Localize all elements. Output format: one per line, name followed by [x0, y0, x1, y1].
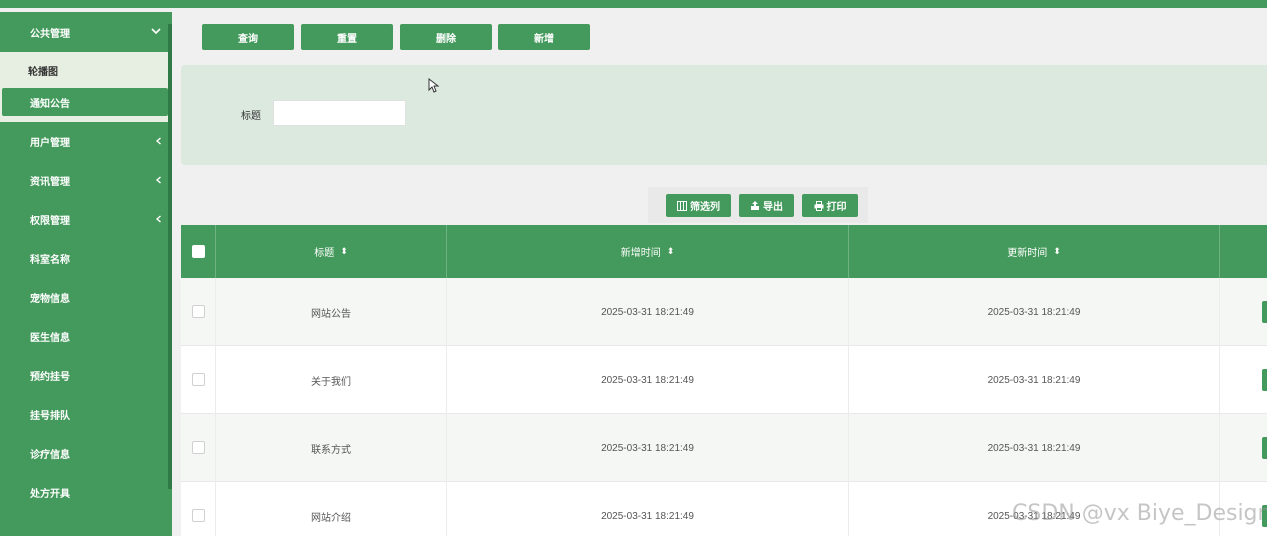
- column-updated[interactable]: 更新时间 ⬍: [849, 225, 1220, 278]
- add-button[interactable]: 新增: [498, 24, 590, 50]
- cell-updated: 2025-03-31 18:21:49: [849, 278, 1220, 346]
- column-title[interactable]: 标题 ⬍: [216, 225, 447, 278]
- sidebar-item-label: 用户管理: [30, 138, 70, 149]
- sidebar-submenu: 轮播图 通知公告: [0, 52, 172, 122]
- sidebar-item-carousel[interactable]: 轮播图: [0, 56, 172, 84]
- sort-icon[interactable]: ⬍: [340, 246, 348, 257]
- column-title-label: 标题: [314, 248, 335, 259]
- column-created[interactable]: 新增时间 ⬍: [447, 225, 849, 278]
- cell-title: 联系方式: [216, 414, 447, 482]
- row-action-button[interactable]: [1262, 369, 1267, 391]
- table-row: 关于我们 2025-03-31 18:21:49 2025-03-31 18:21:…: [181, 346, 1267, 414]
- sidebar-item-label: 科室名称: [30, 255, 70, 266]
- cell-title: 网站公告: [216, 278, 447, 346]
- row-checkbox[interactable]: [192, 509, 205, 522]
- cell-created: 2025-03-31 18:21:49: [447, 346, 849, 414]
- export-icon: [751, 200, 759, 210]
- sidebar-item[interactable]: 诊疗信息: [0, 434, 172, 473]
- columns-icon: [677, 200, 687, 211]
- sidebar-item-label: 预约挂号: [30, 372, 70, 383]
- sidebar-item-label: 权限管理: [30, 216, 70, 227]
- sidebar-item[interactable]: 挂号排队: [0, 395, 172, 434]
- filter-columns-button[interactable]: 筛选列: [666, 194, 731, 217]
- row-action-button[interactable]: [1262, 437, 1267, 459]
- row-checkbox[interactable]: [192, 305, 205, 318]
- filter-columns-label: 筛选列: [690, 202, 720, 213]
- mouse-cursor-icon: [428, 78, 440, 93]
- print-label: 打印: [826, 202, 847, 213]
- table-row: 联系方式 2025-03-31 18:21:49 2025-03-31 18:21:…: [181, 414, 1267, 482]
- print-icon: [814, 200, 823, 211]
- title-search-label: 标题: [241, 111, 261, 122]
- cell-created: 2025-03-31 18:21:49: [447, 278, 849, 346]
- search-panel: 标题: [181, 65, 1267, 165]
- export-button[interactable]: 导出: [739, 194, 794, 217]
- sidebar-item[interactable]: 预约挂号: [0, 356, 172, 395]
- row-select-cell: [181, 346, 216, 414]
- reset-button[interactable]: 重置: [301, 24, 393, 50]
- sidebar: 公共管理 轮播图 通知公告 用户管理资讯管理权限管理科室名称宠物信息医生信息预约…: [0, 12, 172, 536]
- cell-title: 关于我们: [216, 346, 447, 414]
- sort-icon[interactable]: ⬍: [667, 246, 675, 257]
- column-created-label: 新增时间: [620, 248, 661, 259]
- column-updated-label: 更新时间: [1007, 248, 1048, 259]
- sidebar-item-label: 资讯管理: [30, 177, 70, 188]
- row-select-cell: [181, 482, 216, 536]
- chevron-left-icon: [155, 176, 161, 184]
- cell-title: 网站介绍: [216, 482, 447, 536]
- sidebar-item-label: 挂号排队: [30, 411, 70, 422]
- cell-created: 2025-03-31 18:21:49: [447, 482, 849, 536]
- cell-updated: 2025-03-31 18:21:49: [849, 346, 1220, 414]
- sidebar-group-public[interactable]: 公共管理: [0, 12, 172, 52]
- row-checkbox[interactable]: [192, 373, 205, 386]
- table-header: 标题 ⬍ 新增时间 ⬍ 更新时间 ⬍: [181, 225, 1267, 278]
- sidebar-item-notice[interactable]: 通知公告: [2, 88, 168, 116]
- sidebar-item[interactable]: 医生信息: [0, 317, 172, 356]
- title-search-input[interactable]: [273, 100, 406, 126]
- sidebar-item[interactable]: 处方开具: [0, 473, 172, 512]
- chevron-left-icon: [155, 137, 161, 145]
- sidebar-item-label: 宠物信息: [30, 294, 70, 305]
- top-bar: [0, 0, 1267, 8]
- query-button[interactable]: 查询: [202, 24, 294, 50]
- sidebar-group-label: 公共管理: [30, 28, 70, 40]
- sidebar-item-label: 通知公告: [30, 98, 70, 110]
- sidebar-item[interactable]: 资讯管理: [0, 161, 172, 200]
- watermark: CSDN @vx Biye_Design: [1012, 501, 1267, 526]
- export-label: 导出: [763, 202, 783, 213]
- row-select-cell: [181, 278, 216, 346]
- sidebar-item[interactable]: 科室名称: [0, 239, 172, 278]
- chevron-down-icon: [151, 28, 161, 35]
- sort-icon[interactable]: ⬍: [1053, 246, 1061, 257]
- select-all-checkbox[interactable]: [192, 245, 205, 258]
- sidebar-item-label: 处方开具: [30, 489, 70, 500]
- cell-created: 2025-03-31 18:21:49: [447, 414, 849, 482]
- row-select-cell: [181, 414, 216, 482]
- delete-button[interactable]: 删除: [400, 24, 492, 50]
- cell-updated: 2025-03-31 18:21:49: [849, 414, 1220, 482]
- chevron-left-icon: [155, 215, 161, 223]
- table-row: 网站公告 2025-03-31 18:21:49 2025-03-31 18:21:…: [181, 278, 1267, 346]
- sidebar-item[interactable]: 用户管理: [0, 122, 172, 161]
- sidebar-item-label: 医生信息: [30, 333, 70, 344]
- select-all-column: [181, 225, 216, 278]
- sidebar-item[interactable]: 宠物信息: [0, 278, 172, 317]
- row-checkbox[interactable]: [192, 441, 205, 454]
- sidebar-item-label: 诊疗信息: [30, 450, 70, 461]
- sidebar-item[interactable]: 权限管理: [0, 200, 172, 239]
- row-action-button[interactable]: [1262, 301, 1267, 323]
- print-button[interactable]: 打印: [802, 194, 858, 217]
- sidebar-item-label: 轮播图: [28, 66, 58, 78]
